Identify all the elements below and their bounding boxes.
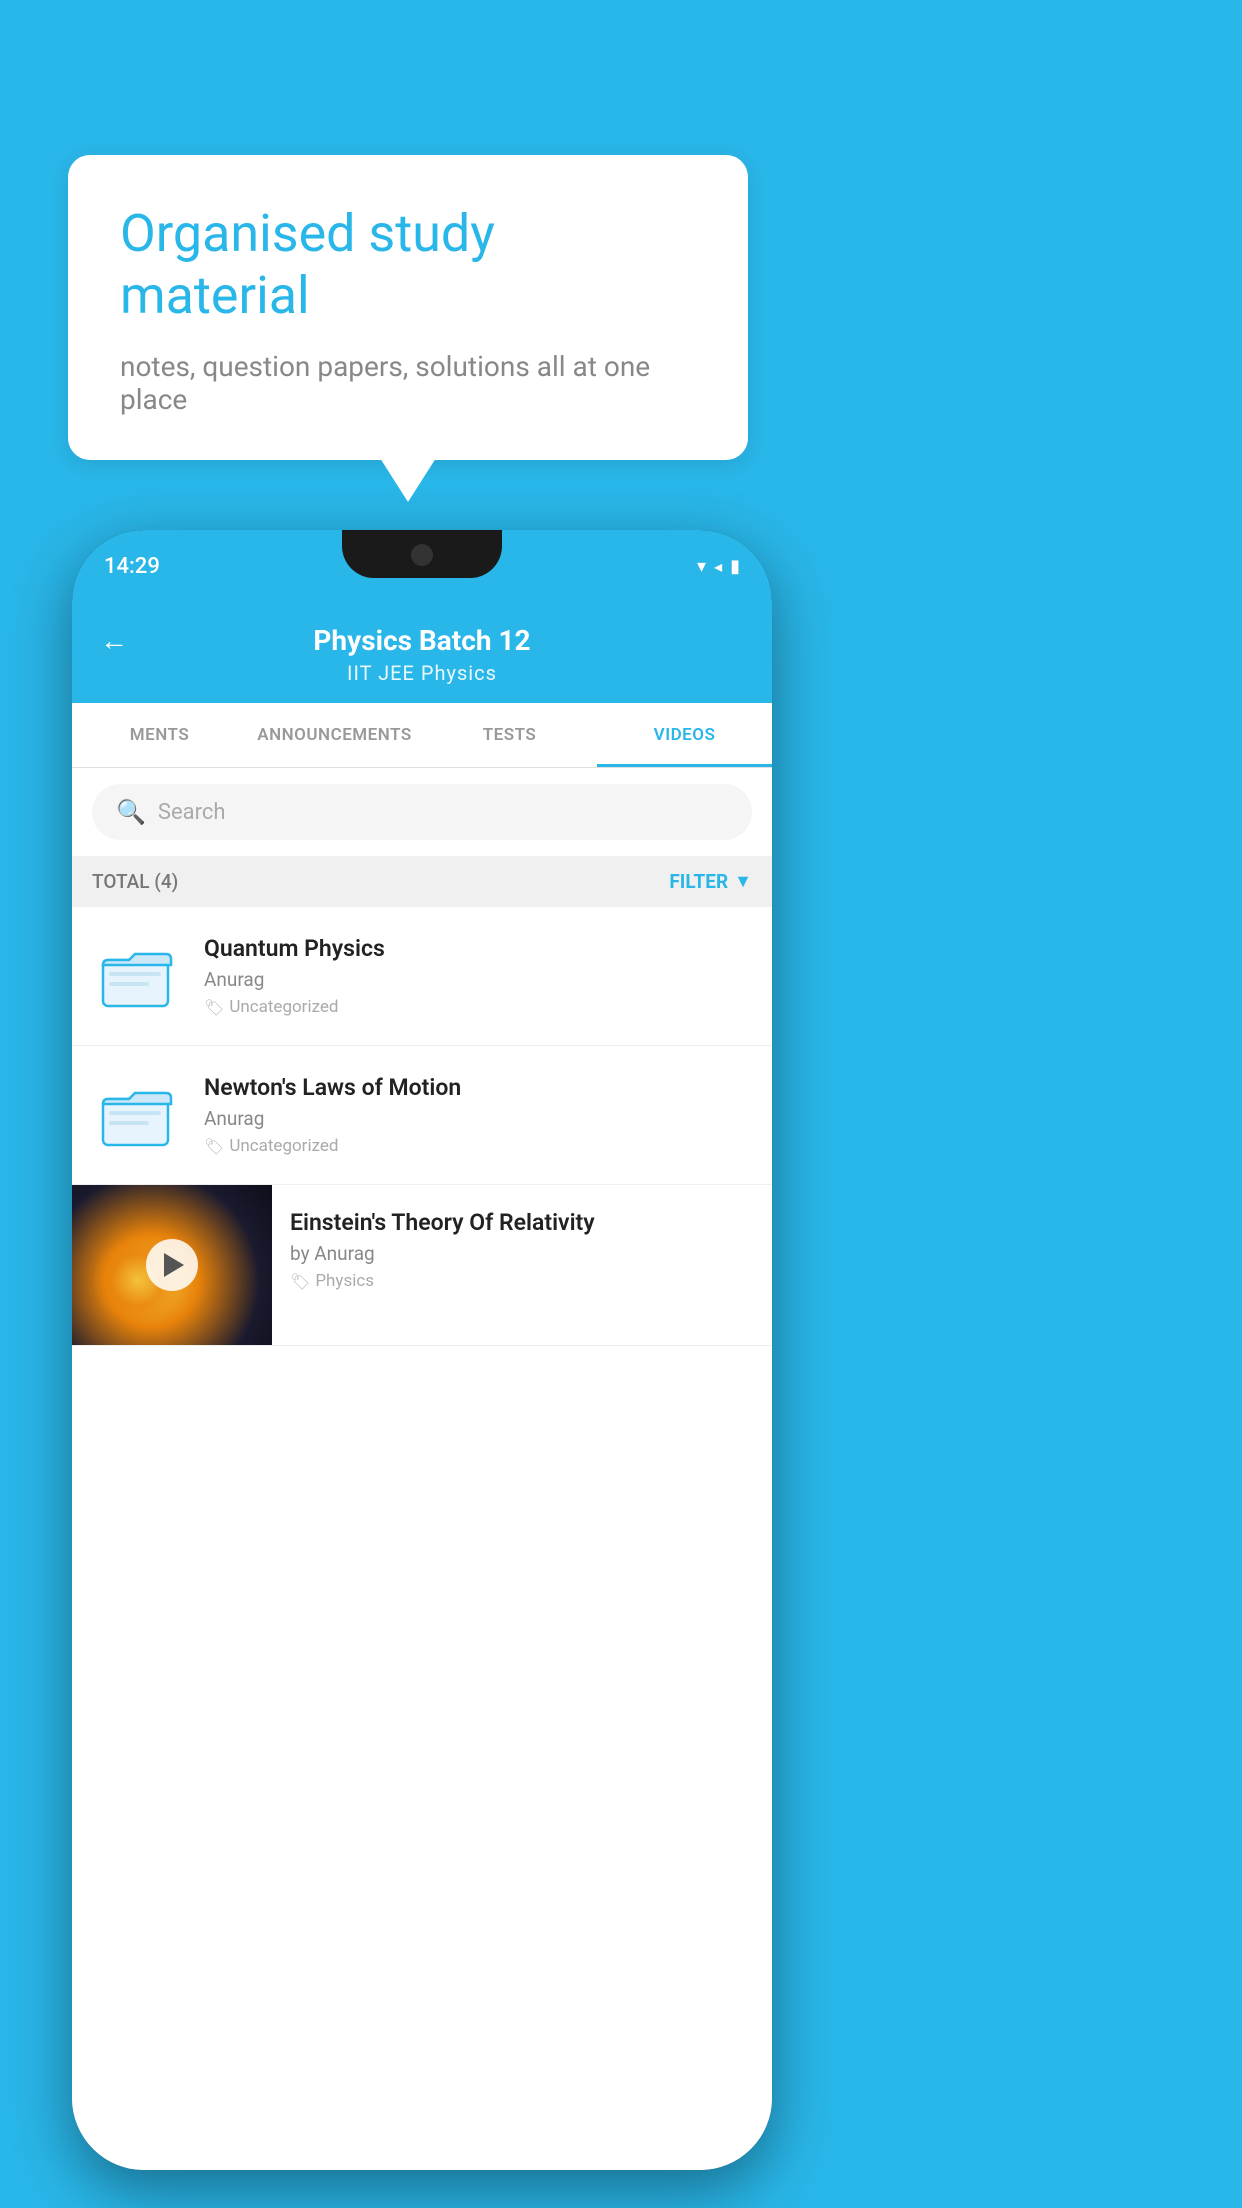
tag-icon: 🏷: [290, 1272, 310, 1291]
play-icon: [164, 1253, 184, 1277]
filter-bar: TOTAL (4) FILTER ▼: [72, 856, 772, 907]
item-tag: 🏷 Uncategorized: [204, 997, 752, 1017]
total-label: TOTAL (4): [92, 870, 178, 893]
item-author: Anurag: [204, 968, 752, 991]
list-item[interactable]: Newton's Laws of Motion Anurag 🏷 Uncateg…: [72, 1046, 772, 1185]
play-button[interactable]: [146, 1239, 198, 1291]
item-thumbnail: [92, 940, 182, 1012]
back-button[interactable]: ←: [100, 624, 128, 657]
wifi-icon: ▾: [697, 556, 706, 577]
app-title: Physics Batch 12: [313, 624, 530, 657]
speech-bubble-card: Organised study material notes, question…: [68, 155, 748, 460]
item-info: Quantum Physics Anurag 🏷 Uncategorized: [204, 935, 752, 1017]
signal-icon: ◂: [714, 557, 722, 576]
folder-icon: [101, 1081, 173, 1149]
list-item[interactable]: Quantum Physics Anurag 🏷 Uncategorized: [72, 907, 772, 1046]
filter-icon: ▼: [734, 871, 752, 892]
video-list: Quantum Physics Anurag 🏷 Uncategorized: [72, 907, 772, 2170]
phone-frame: 14:29 ▾ ◂ ▮ ← Physics Batch 12 IIT JEE P…: [72, 530, 772, 2170]
tab-ments[interactable]: MENTS: [72, 703, 247, 767]
tab-tests[interactable]: TESTS: [422, 703, 597, 767]
app-subtitle: IIT JEE Physics: [347, 661, 497, 685]
tab-videos[interactable]: VIDEOS: [597, 703, 772, 767]
item-title: Newton's Laws of Motion: [204, 1074, 752, 1101]
filter-label: FILTER: [669, 870, 728, 893]
search-icon: 🔍: [116, 798, 146, 826]
speech-bubble-title: Organised study material: [120, 203, 696, 328]
background: Organised study material notes, question…: [0, 0, 1242, 2208]
folder-icon: [101, 942, 173, 1010]
battery-icon: ▮: [730, 556, 740, 577]
item-info: Einstein's Theory Of Relativity by Anura…: [272, 1185, 772, 1315]
search-container: 🔍 Search: [72, 768, 772, 856]
search-bar[interactable]: 🔍 Search: [92, 784, 752, 840]
phone-screen: ← Physics Batch 12 IIT JEE Physics MENTS…: [72, 602, 772, 2170]
item-author: Anurag: [204, 1107, 752, 1130]
status-icons: ▾ ◂ ▮: [697, 556, 740, 577]
filter-button[interactable]: FILTER ▼: [669, 870, 752, 893]
search-input[interactable]: Search: [158, 800, 226, 825]
app-header: ← Physics Batch 12 IIT JEE Physics: [72, 602, 772, 703]
item-tag: 🏷 Uncategorized: [204, 1136, 752, 1156]
item-info: Newton's Laws of Motion Anurag 🏷 Uncateg…: [204, 1074, 752, 1156]
item-tag: 🏷 Physics: [290, 1271, 754, 1291]
item-title: Quantum Physics: [204, 935, 752, 962]
tag-icon: 🏷: [204, 1137, 224, 1156]
tab-announcements[interactable]: ANNOUNCEMENTS: [247, 703, 422, 767]
video-thumbnail: [72, 1185, 272, 1345]
item-title: Einstein's Theory Of Relativity: [290, 1209, 754, 1236]
speech-bubble-subtitle: notes, question papers, solutions all at…: [120, 350, 696, 416]
item-author: by Anurag: [290, 1242, 754, 1265]
item-thumbnail: [92, 1079, 182, 1151]
tabs-bar: MENTS ANNOUNCEMENTS TESTS VIDEOS: [72, 703, 772, 768]
tag-icon: 🏷: [204, 998, 224, 1017]
status-time: 14:29: [104, 554, 160, 579]
list-item[interactable]: Einstein's Theory Of Relativity by Anura…: [72, 1185, 772, 1346]
status-bar: 14:29 ▾ ◂ ▮: [72, 530, 772, 602]
camera-notch: [411, 544, 433, 566]
